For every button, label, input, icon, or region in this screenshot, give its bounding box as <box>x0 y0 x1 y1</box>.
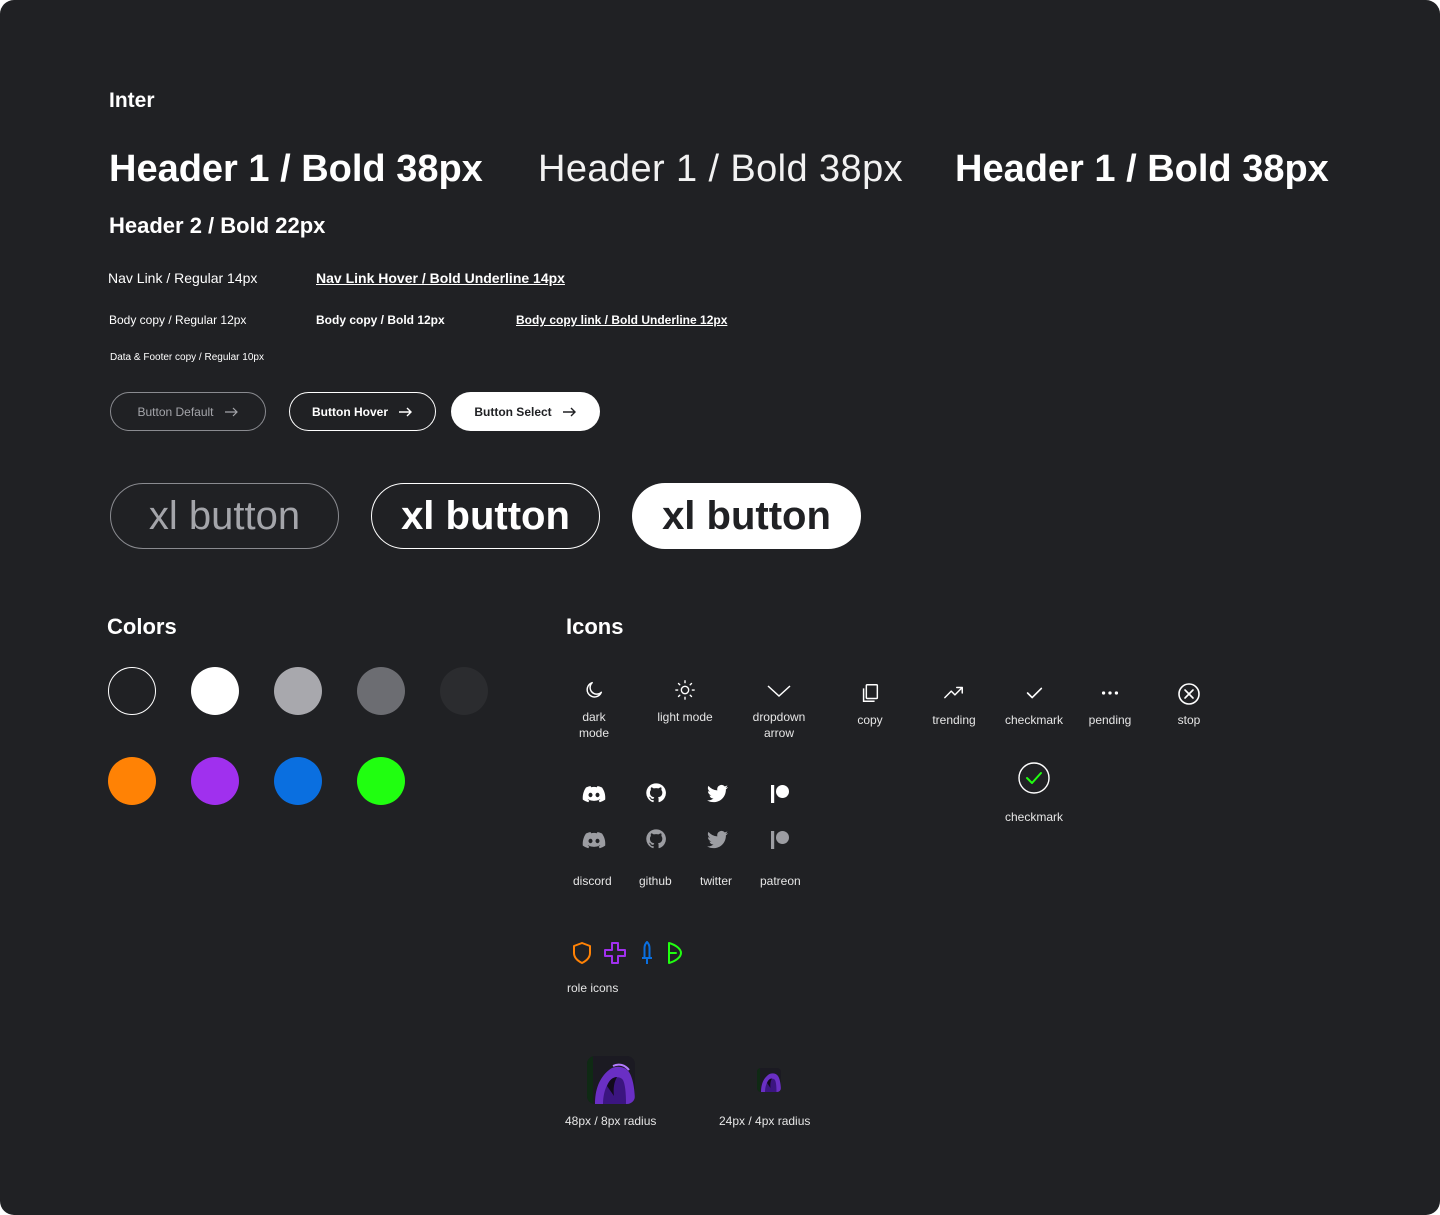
checkmark-circle-label: checkmark <box>1004 810 1063 824</box>
trending-label: trending <box>932 713 976 727</box>
sun-icon[interactable] <box>674 679 696 701</box>
bow-role-icon <box>668 942 683 964</box>
sword-role-icon <box>642 941 652 964</box>
header-1-light: Header 1 / Bold 38px <box>538 148 904 190</box>
xl-button-default[interactable]: xl button <box>110 483 339 549</box>
shield-role-icon <box>573 942 591 964</box>
cross-role-icon <box>604 942 626 964</box>
arrow-right-icon <box>562 407 576 416</box>
copy-label: copy <box>857 713 883 727</box>
button-default[interactable]: Button Default <box>110 392 266 431</box>
button-default-label: Button Default <box>137 404 214 419</box>
light-mode-label: light mode <box>657 710 713 724</box>
avatar-24 <box>757 1068 781 1092</box>
color-swatch <box>108 667 156 715</box>
patreon-icon[interactable] <box>770 784 790 804</box>
dark-mode-icon-cell: dark mode <box>554 679 634 741</box>
nav-link[interactable]: Nav Link / Regular 14px <box>108 270 257 286</box>
avatar-48-label: 48px / 8px radius <box>565 1114 657 1128</box>
color-swatch <box>191 757 239 805</box>
body-copy-bold: Body copy / Bold 12px <box>316 313 445 327</box>
trending-icon-cell: trending <box>914 682 994 728</box>
colors-title: Colors <box>107 614 177 639</box>
color-swatch <box>191 667 239 715</box>
copy-icon[interactable] <box>859 682 881 704</box>
moon-icon[interactable] <box>583 679 605 701</box>
chevron-down-icon[interactable] <box>766 679 792 701</box>
style-guide-frame: Inter Header 1 / Bold 38px Header 1 / Bo… <box>0 0 1440 1215</box>
twitter-muted-icon[interactable] <box>707 830 729 850</box>
discord-muted-icon[interactable] <box>582 830 606 850</box>
discord-label: discord <box>573 874 612 888</box>
header-1-semibold: Header 1 / Bold 38px <box>955 148 1329 190</box>
button-hover-label: Button Hover <box>312 404 388 419</box>
github-icon[interactable] <box>645 782 667 804</box>
github-muted-icon[interactable] <box>645 828 667 850</box>
trending-icon[interactable] <box>943 682 965 704</box>
icons-title: Icons <box>566 614 624 639</box>
checkmark-icon[interactable] <box>1023 682 1045 704</box>
copy-icon-cell: copy <box>830 682 910 728</box>
button-hover[interactable]: Button Hover <box>289 392 436 431</box>
patreon-label: patreon <box>760 874 801 888</box>
pending-icon-cell: pending <box>1070 682 1150 728</box>
checkmark-circle-icon[interactable] <box>1018 762 1050 794</box>
avatar-48 <box>587 1056 635 1104</box>
pending-label: pending <box>1088 713 1132 727</box>
color-swatch <box>440 667 488 715</box>
stop-icon[interactable] <box>1177 682 1201 706</box>
github-label: github <box>639 874 672 888</box>
color-swatch <box>357 667 405 715</box>
dropdown-arrow-icon-cell: dropdown arrow <box>739 679 819 741</box>
font-family-label: Inter <box>109 89 155 112</box>
dark-mode-label: dark mode <box>578 710 610 740</box>
arrow-right-icon <box>399 407 412 416</box>
twitter-icon[interactable] <box>707 784 729 804</box>
body-copy-link[interactable]: Body copy link / Bold Underline 12px <box>516 313 727 327</box>
header-2: Header 2 / Bold 22px <box>109 213 326 238</box>
arrow-right-icon <box>224 407 238 416</box>
color-swatch <box>274 667 322 715</box>
button-select-label: Button Select <box>474 404 552 419</box>
checkmark-label: checkmark <box>1004 713 1063 727</box>
twitter-label: twitter <box>700 874 733 888</box>
light-mode-icon-cell: light mode <box>645 679 725 725</box>
data-footer-copy: Data & Footer copy / Regular 10px <box>110 352 264 363</box>
xl-button-hover[interactable]: xl button <box>371 483 600 549</box>
patreon-muted-icon[interactable] <box>770 830 790 850</box>
nav-link-hover[interactable]: Nav Link Hover / Bold Underline 14px <box>316 270 565 286</box>
stop-icon-cell: stop <box>1149 682 1229 728</box>
more-horizontal-icon[interactable] <box>1099 682 1121 704</box>
body-copy: Body copy / Regular 12px <box>109 313 247 327</box>
xl-button-select[interactable]: xl button <box>632 483 861 549</box>
avatar-24-label: 24px / 4px radius <box>719 1114 811 1128</box>
button-select[interactable]: Button Select <box>451 392 600 431</box>
stop-label: stop <box>1177 713 1201 727</box>
color-swatch <box>274 757 322 805</box>
discord-icon[interactable] <box>582 784 606 804</box>
color-swatch <box>108 757 156 805</box>
checkmark-icon-cell: checkmark <box>994 682 1074 728</box>
color-swatch <box>357 757 405 805</box>
checkmark-circle-icon-cell: checkmark <box>994 762 1074 825</box>
role-icons-label: role icons <box>567 981 619 995</box>
header-1-bold: Header 1 / Bold 38px <box>109 148 483 190</box>
dropdown-arrow-label: dropdown arrow <box>752 710 806 740</box>
